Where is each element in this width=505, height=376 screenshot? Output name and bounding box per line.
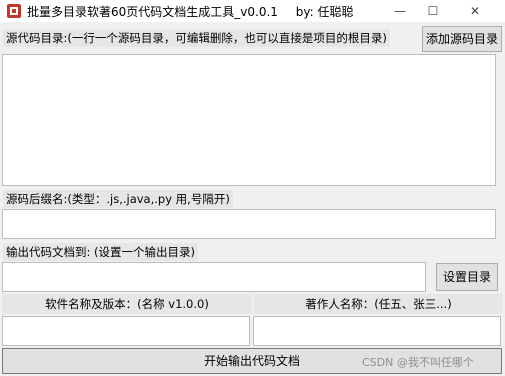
software-name-label: 软件名称及版本：(名称 v1.0.0) bbox=[2, 294, 252, 314]
output-dir-label: 输出代码文档到: (设置一个输出目录) bbox=[3, 243, 199, 261]
suffix-label: 源码后缀名:(类型：.js,.java,.py 用,号隔开) bbox=[3, 190, 233, 208]
close-button[interactable]: ✕ bbox=[460, 0, 490, 22]
output-dir-input[interactable] bbox=[2, 262, 426, 292]
maximize-button[interactable]: ☐ bbox=[418, 0, 448, 22]
add-source-dir-button[interactable]: 添加源码目录 bbox=[422, 26, 502, 52]
suffix-input[interactable] bbox=[2, 209, 496, 239]
software-name-input[interactable] bbox=[2, 316, 250, 346]
watermark-text: CSDN @我不叫任哪个 bbox=[362, 356, 474, 369]
authors-label: 著作人名称：(任五、张三...) bbox=[254, 294, 503, 314]
authors-input[interactable] bbox=[253, 316, 501, 346]
source-dir-textarea[interactable] bbox=[2, 54, 496, 186]
window-author: by: 任聪聪 bbox=[295, 5, 354, 19]
window-title-text: 批量多目录软著60页代码文档生成工具_v0.0.1 bbox=[27, 5, 278, 19]
window-title: 批量多目录软著60页代码文档生成工具_v0.0.1 by: 任聪聪 bbox=[27, 3, 353, 20]
minimize-button[interactable]: — bbox=[385, 0, 415, 22]
source-dir-label: 源代码目录:(一行一个源码目录，可编辑删除，也可以直接是项目的根目录) bbox=[3, 29, 390, 47]
authors-label-text: 著作人名称：(任五、张三...) bbox=[305, 297, 452, 311]
app-icon bbox=[7, 4, 21, 18]
software-name-label-text: 软件名称及版本：(名称 v1.0.0) bbox=[45, 297, 209, 311]
set-dir-button[interactable]: 设置目录 bbox=[436, 263, 498, 291]
